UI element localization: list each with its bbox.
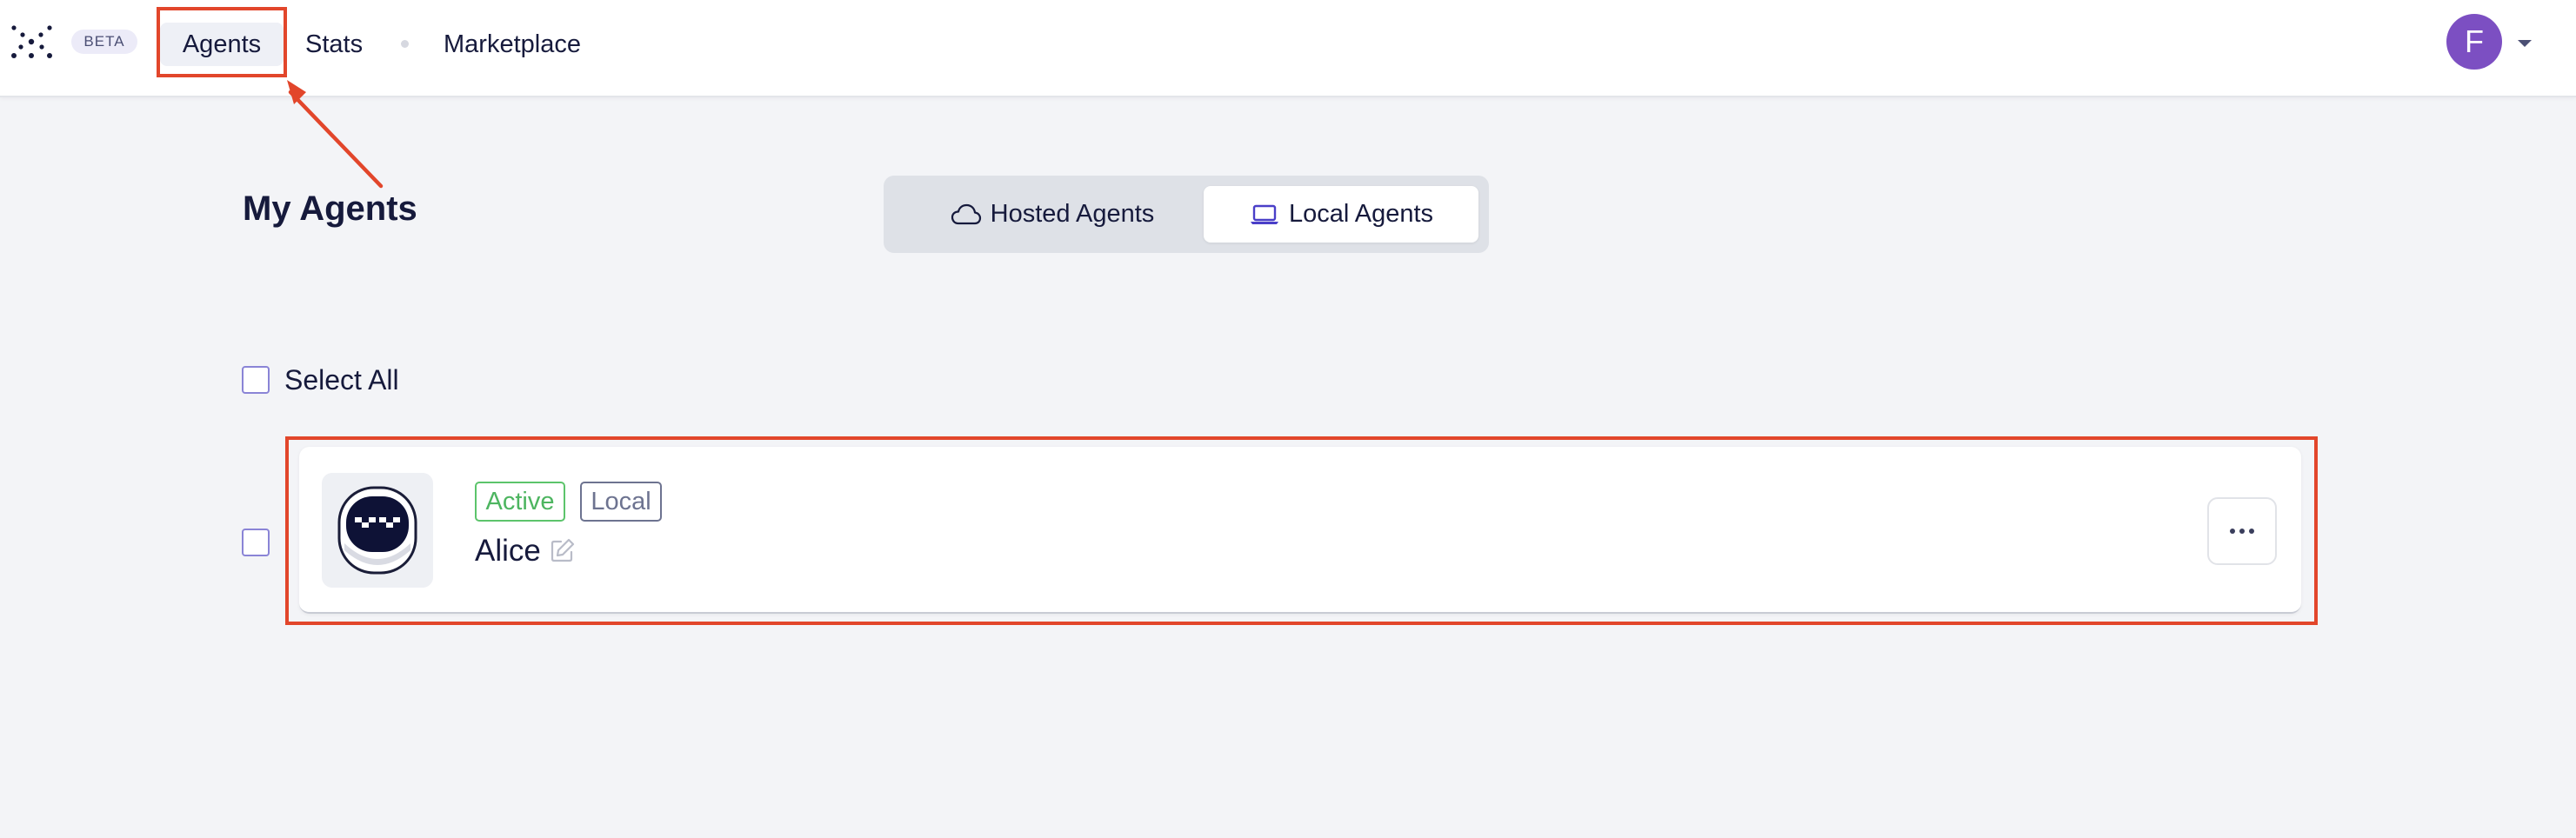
more-horizontal-icon bbox=[2230, 529, 2254, 534]
more-options-button[interactable] bbox=[2207, 497, 2277, 565]
select-all-checkbox[interactable] bbox=[242, 366, 270, 394]
select-all-label: Select All bbox=[284, 364, 399, 396]
agent-name: Alice bbox=[475, 534, 541, 568]
top-navigation-bar: BETA Agents Stats Marketplace F bbox=[0, 0, 2576, 97]
beta-badge: BETA bbox=[71, 30, 137, 54]
tab-local-agents-label: Local Agents bbox=[1288, 200, 1434, 228]
edit-pencil-icon[interactable] bbox=[550, 537, 576, 563]
type-badge-local: Local bbox=[580, 482, 662, 522]
agent-card[interactable]: Active Local Alice bbox=[299, 447, 2301, 614]
agent-type-toggle: Hosted Agents Local Agents bbox=[884, 176, 1489, 253]
laptop-icon bbox=[1250, 204, 1278, 224]
nav-agents-link[interactable]: Agents bbox=[160, 23, 284, 66]
nav-separator-dot bbox=[401, 40, 409, 48]
user-avatar[interactable]: F bbox=[2446, 14, 2502, 70]
robot-face-icon bbox=[337, 486, 417, 575]
status-badge-active: Active bbox=[475, 482, 565, 522]
nav-marketplace-link[interactable]: Marketplace bbox=[444, 23, 581, 66]
tab-hosted-agents-label: Hosted Agents bbox=[990, 200, 1155, 228]
tab-local-agents[interactable]: Local Agents bbox=[1204, 186, 1478, 243]
caret-down-icon[interactable] bbox=[2514, 33, 2535, 54]
tab-hosted-agents[interactable]: Hosted Agents bbox=[896, 186, 1209, 243]
agent-avatar bbox=[322, 473, 433, 588]
page-title: My Agents bbox=[243, 190, 417, 228]
nav-stats-link[interactable]: Stats bbox=[305, 23, 363, 66]
agent-row-checkbox[interactable] bbox=[242, 529, 270, 556]
logo-icon[interactable] bbox=[10, 23, 54, 61]
cloud-icon bbox=[951, 203, 981, 224]
